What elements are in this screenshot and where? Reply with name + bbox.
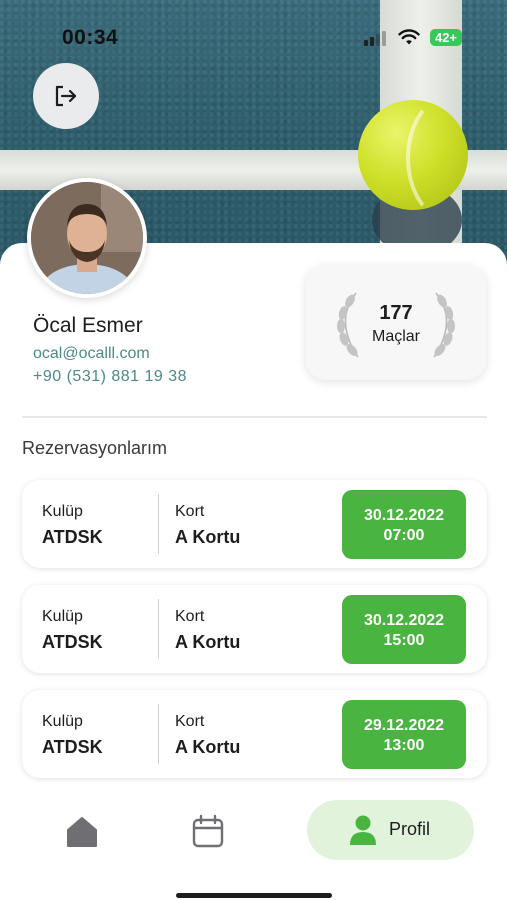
battery-indicator: 42+: [430, 29, 462, 46]
court-label: Kort: [175, 608, 205, 625]
club-label: Kulüp: [42, 608, 83, 625]
status-bar: 00:34 42+: [0, 22, 507, 52]
avatar-photo: [31, 182, 143, 294]
column-separator: [158, 599, 159, 659]
profile-email[interactable]: ocal@ocalll.com: [33, 345, 150, 363]
reservation-date: 30.12.2022: [363, 612, 445, 629]
divider: [22, 416, 487, 418]
club-value: ATDSK: [42, 737, 103, 757]
logout-button[interactable]: [33, 63, 99, 129]
column-separator: [158, 704, 159, 764]
reservation-time: 07:00: [383, 527, 425, 544]
reservation-time: 13:00: [383, 737, 425, 754]
club-label: Kulüp: [42, 713, 83, 730]
nav-calendar-button[interactable]: [190, 813, 226, 849]
reservation-datetime-badge: 30.12.2022 15:00: [342, 595, 466, 664]
court-label: Kort: [175, 713, 205, 730]
home-indicator[interactable]: [176, 893, 332, 898]
reservation-datetime-badge: 30.12.2022 07:00: [342, 490, 466, 559]
reservations-title: Rezervasyonlarım: [22, 438, 168, 458]
reservation-datetime-badge: 29.12.2022 13:00: [342, 700, 466, 769]
reservation-card[interactable]: Kulüp ATDSK Kort A Kortu 29.12.2022 13:0…: [22, 690, 487, 778]
wifi-icon: [398, 29, 420, 45]
matches-count: 177: [379, 302, 413, 324]
club-value: ATDSK: [42, 632, 103, 652]
reservation-card[interactable]: Kulüp ATDSK Kort A Kortu 30.12.2022 07:0…: [22, 480, 487, 568]
reservation-card[interactable]: Kulüp ATDSK Kort A Kortu 30.12.2022 15:0…: [22, 585, 487, 673]
user-icon: [350, 815, 376, 845]
nav-profile-label: Profil: [389, 819, 431, 839]
logout-icon: [55, 85, 77, 107]
court-label: Kort: [175, 503, 205, 520]
club-value: ATDSK: [42, 527, 103, 547]
profile-phone[interactable]: +90 (531) 881 19 38: [33, 368, 187, 386]
nav-profile-button[interactable]: Profil: [307, 800, 474, 860]
club-label: Kulüp: [42, 503, 83, 520]
cellular-signal-icon: [364, 31, 386, 46]
profile-name: Öcal Esmer: [33, 314, 143, 337]
tennis-ball: [358, 94, 468, 222]
reservation-time: 15:00: [383, 632, 425, 649]
avatar[interactable]: [27, 178, 147, 298]
calendar-icon: [192, 814, 224, 848]
court-value: A Kortu: [175, 737, 241, 757]
reservation-date: 30.12.2022: [363, 507, 445, 524]
nav-home-button[interactable]: [64, 815, 100, 849]
reservation-date: 29.12.2022: [363, 717, 445, 734]
home-icon: [67, 817, 97, 847]
column-separator: [158, 494, 159, 554]
status-time: 00:34: [62, 26, 119, 49]
court-value: A Kortu: [175, 527, 241, 547]
matches-label: Maçlar: [371, 328, 420, 345]
court-value: A Kortu: [175, 632, 241, 652]
